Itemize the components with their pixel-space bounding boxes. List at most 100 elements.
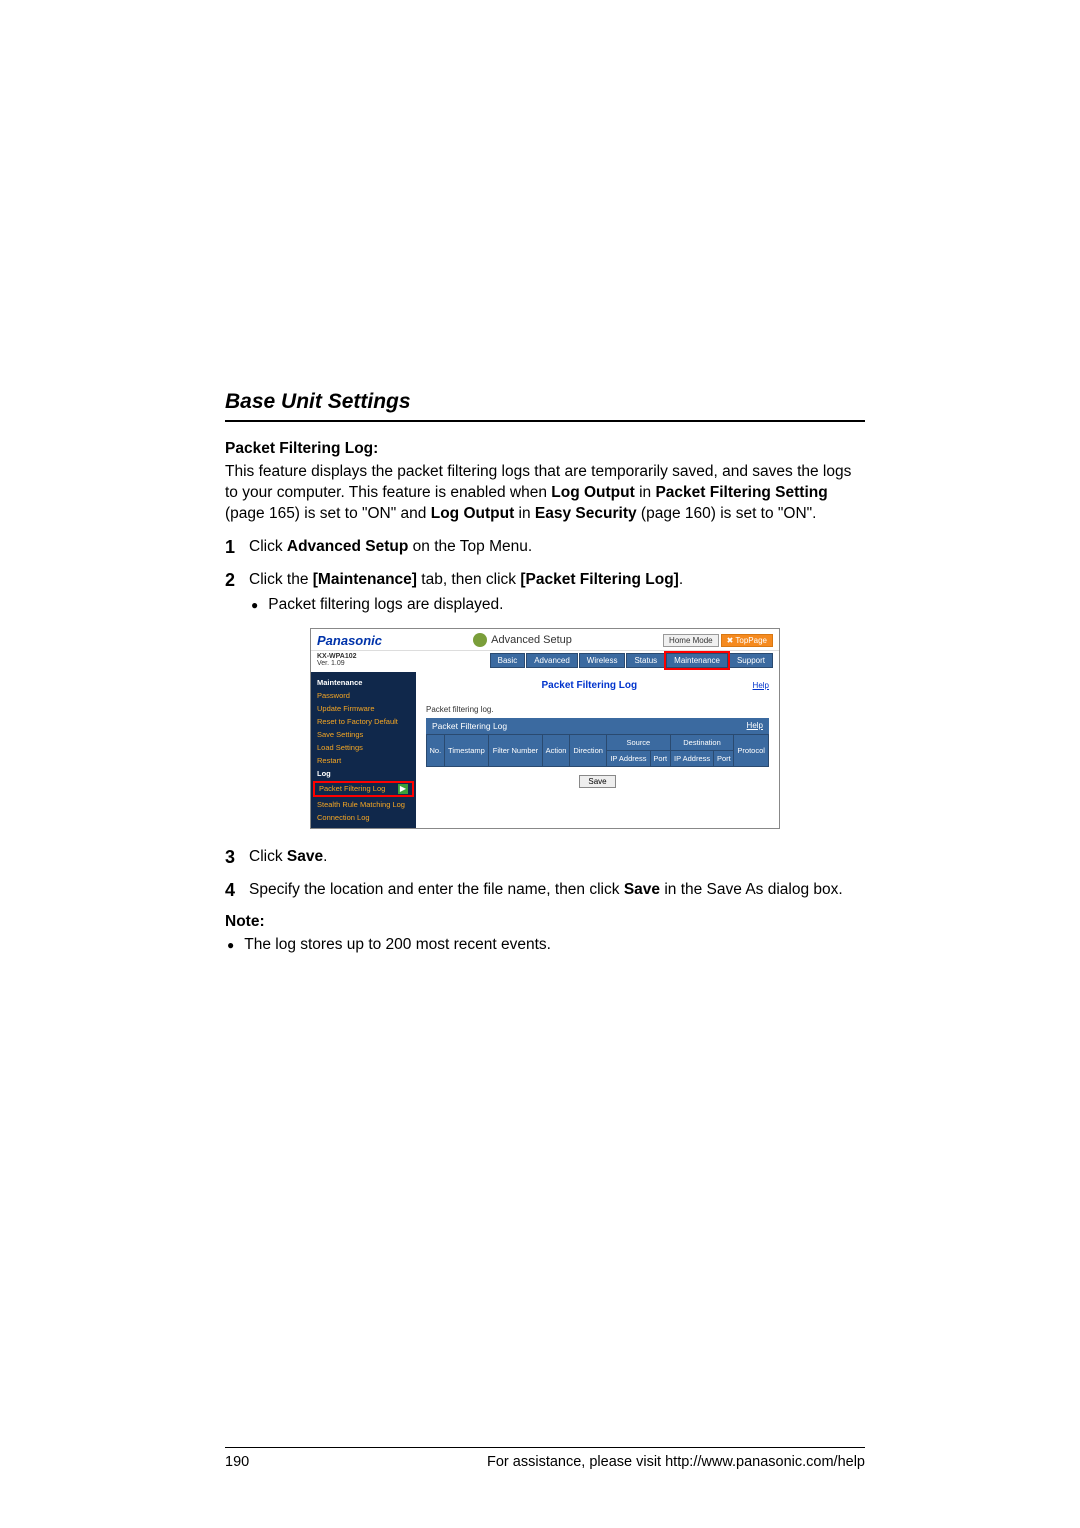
text: . bbox=[323, 848, 327, 865]
sidebar-item-load-settings[interactable]: Load Settings bbox=[311, 741, 416, 754]
bold-text: Advanced Setup bbox=[287, 538, 408, 555]
text: Click bbox=[249, 848, 287, 865]
tab-maintenance[interactable]: Maintenance bbox=[666, 653, 728, 668]
main-panel: Packet Filtering Log Help Packet filteri… bbox=[416, 672, 779, 828]
bold-text: Save bbox=[624, 881, 660, 898]
bold-text: Log Output bbox=[551, 484, 635, 501]
page-footer: 190 For assistance, please visit http://… bbox=[225, 1447, 865, 1470]
screenshot-subheader: KX-WPA102 Ver. 1.09 Basic Advanced Wirel… bbox=[311, 651, 779, 672]
sidebar-item-save-settings[interactable]: Save Settings bbox=[311, 728, 416, 741]
col-source: Source bbox=[607, 734, 671, 750]
col-action: Action bbox=[542, 734, 569, 766]
feature-heading: Packet Filtering Log: bbox=[225, 440, 865, 458]
text: Click bbox=[249, 538, 287, 555]
bullet-icon: ● bbox=[227, 935, 234, 956]
footer-row: 190 For assistance, please visit http://… bbox=[225, 1448, 865, 1470]
page-content: Base Unit Settings Packet Filtering Log:… bbox=[225, 390, 865, 956]
model-text: KX-WPA102 bbox=[317, 653, 357, 660]
footer-assist: For assistance, please visit http://www.… bbox=[487, 1454, 865, 1470]
step-number: 2 bbox=[225, 570, 241, 616]
step-bullet: ● Packet filtering logs are displayed. bbox=[249, 595, 865, 616]
col-src-port: Port bbox=[650, 750, 670, 766]
sidebar-item-restart[interactable]: Restart bbox=[311, 754, 416, 767]
steps-list-cont: 3 Click Save. 4 Specify the location and… bbox=[225, 847, 865, 901]
sidebar: Maintenance Password Update Firmware Res… bbox=[311, 672, 416, 828]
col-src-ip: IP Address bbox=[607, 750, 651, 766]
advanced-setup-label: Advanced Setup bbox=[473, 633, 572, 647]
step-number: 1 bbox=[225, 537, 241, 558]
title-row: Packet Filtering Log Help bbox=[426, 680, 769, 695]
text: TopPage bbox=[735, 636, 767, 645]
save-row: Save bbox=[426, 775, 769, 788]
text: in bbox=[635, 484, 656, 501]
tab-support[interactable]: Support bbox=[729, 653, 773, 668]
horizontal-rule bbox=[225, 420, 865, 422]
col-dst-ip: IP Address bbox=[670, 750, 714, 766]
col-filter-number: Filter Number bbox=[489, 734, 543, 766]
tab-advanced[interactable]: Advanced bbox=[526, 653, 578, 668]
brand-logo: Panasonic bbox=[317, 633, 382, 648]
panel-desc: Packet filtering log. bbox=[426, 705, 769, 714]
text: Packet Filtering Log bbox=[319, 784, 385, 793]
note-bullet: ● The log stores up to 200 most recent e… bbox=[225, 935, 865, 956]
text: Advanced Setup bbox=[491, 634, 572, 646]
wrench-icon bbox=[473, 633, 487, 647]
sidebar-item-packet-filtering-log[interactable]: Packet Filtering Log ▶ bbox=[313, 781, 414, 797]
steps-list: 1 Click Advanced Setup on the Top Menu. … bbox=[225, 537, 865, 616]
text: Click the bbox=[249, 571, 313, 588]
sidebar-item-password[interactable]: Password bbox=[311, 689, 416, 702]
help-link[interactable]: Help bbox=[753, 681, 769, 690]
step-body: Click Save. bbox=[249, 847, 865, 868]
page-number: 190 bbox=[225, 1454, 249, 1470]
text: (page 165) is set to "ON" and bbox=[225, 505, 431, 522]
step-number: 4 bbox=[225, 880, 241, 901]
panel-title: Packet Filtering Log bbox=[426, 680, 753, 691]
home-mode-button[interactable]: Home Mode bbox=[663, 634, 719, 647]
version-text: Ver. 1.09 bbox=[317, 660, 345, 667]
bold-text: Log Output bbox=[431, 505, 515, 522]
sidebar-item-stealth-log[interactable]: Stealth Rule Matching Log bbox=[311, 798, 416, 811]
bullet-text: Packet filtering logs are displayed. bbox=[268, 595, 503, 616]
tab-basic[interactable]: Basic bbox=[490, 653, 526, 668]
tab-bar: Basic Advanced Wireless Status Maintenan… bbox=[490, 653, 773, 668]
sidebar-item-update-firmware[interactable]: Update Firmware bbox=[311, 702, 416, 715]
feature-description: This feature displays the packet filteri… bbox=[225, 462, 865, 525]
tab-wireless[interactable]: Wireless bbox=[579, 653, 626, 668]
help-link-inline[interactable]: Help bbox=[747, 721, 763, 731]
text: in the Save As dialog box. bbox=[660, 881, 843, 898]
sidebar-heading-log: Log bbox=[311, 767, 416, 780]
screenshot-body: Maintenance Password Update Firmware Res… bbox=[311, 672, 779, 828]
step-number: 3 bbox=[225, 847, 241, 868]
col-timestamp: Timestamp bbox=[444, 734, 488, 766]
text: Specify the location and enter the file … bbox=[249, 881, 624, 898]
step-4: 4 Specify the location and enter the fil… bbox=[225, 880, 865, 901]
text: (page 160) is set to "ON". bbox=[637, 505, 817, 522]
text: . bbox=[679, 571, 683, 588]
log-table: No. Timestamp Filter Number Action Direc… bbox=[426, 734, 769, 767]
text: tab, then click bbox=[417, 571, 520, 588]
screenshot-header: Panasonic Advanced Setup Home Mode ✖ Top… bbox=[311, 629, 779, 651]
col-destination: Destination bbox=[670, 734, 734, 750]
sidebar-item-reset[interactable]: Reset to Factory Default bbox=[311, 715, 416, 728]
top-page-button[interactable]: ✖ TopPage bbox=[721, 634, 773, 647]
bold-text: Save bbox=[287, 848, 323, 865]
col-protocol: Protocol bbox=[734, 734, 769, 766]
text: in bbox=[514, 505, 535, 522]
embedded-screenshot-wrap: Panasonic Advanced Setup Home Mode ✖ Top… bbox=[225, 628, 865, 829]
bullet-icon: ● bbox=[251, 595, 258, 616]
arrow-right-icon: ▶ bbox=[398, 784, 408, 794]
text: on the Top Menu. bbox=[408, 538, 532, 555]
save-button[interactable]: Save bbox=[579, 775, 615, 788]
sidebar-heading-maintenance: Maintenance bbox=[311, 676, 416, 689]
sidebar-item-connection-log[interactable]: Connection Log bbox=[311, 811, 416, 824]
bold-text: Packet Filtering Setting bbox=[655, 484, 827, 501]
bold-text: Easy Security bbox=[535, 505, 637, 522]
table-title-bar: Packet Filtering Log Help bbox=[426, 718, 769, 734]
col-no: No. bbox=[427, 734, 445, 766]
tab-status[interactable]: Status bbox=[626, 653, 665, 668]
section-title: Base Unit Settings bbox=[225, 390, 865, 414]
model-info: KX-WPA102 Ver. 1.09 bbox=[317, 653, 357, 668]
col-dst-port: Port bbox=[714, 750, 734, 766]
step-1: 1 Click Advanced Setup on the Top Menu. bbox=[225, 537, 865, 558]
bold-text: [Maintenance] bbox=[313, 571, 417, 588]
